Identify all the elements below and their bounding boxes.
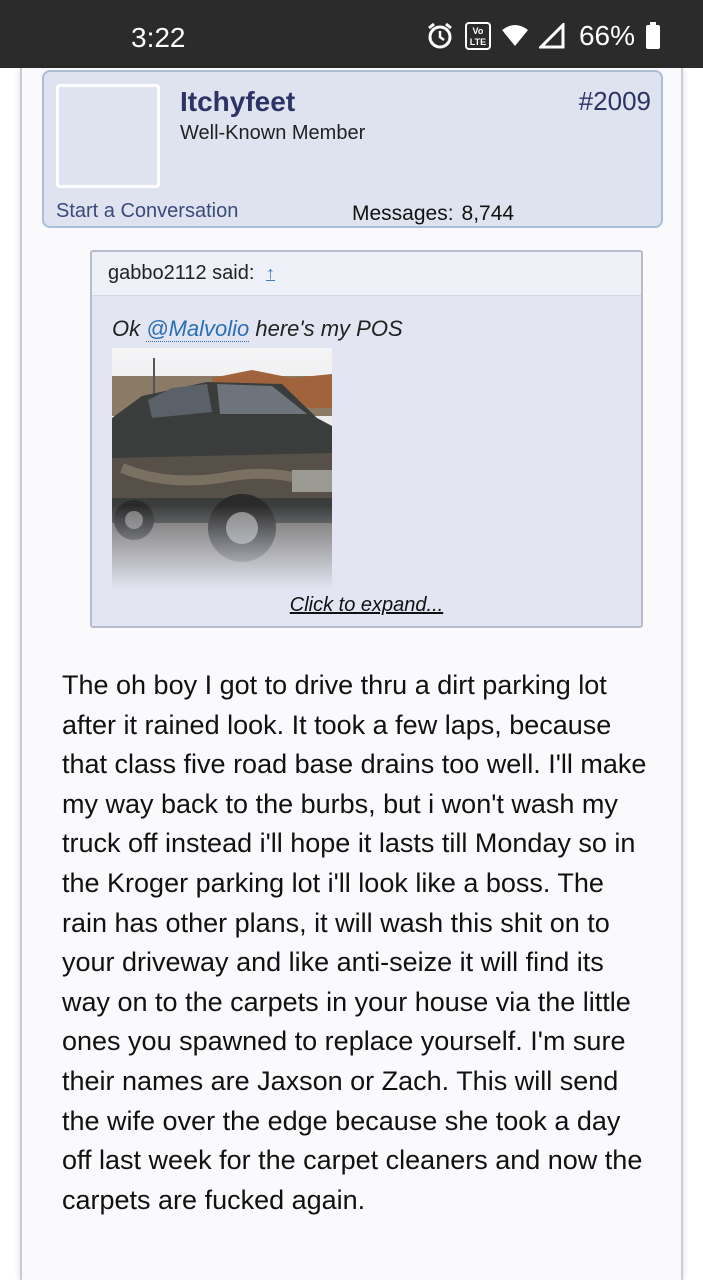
volte-icon: Vo LTE (464, 22, 491, 50)
start-conversation-link[interactable]: Start a Conversation (56, 200, 238, 223)
member-card: Itchyfeet Well-Known Member #2009 Start … (42, 70, 663, 228)
status-time: 3:22 (131, 22, 186, 53)
click-to-expand-link[interactable]: Click to expand... (92, 594, 641, 617)
status-bar: 3:22 Vo LTE 66% (0, 0, 703, 68)
battery-percent: 66% (578, 20, 635, 51)
messages-label: Messages: (352, 202, 454, 225)
quote-text-after: here's my POS (249, 316, 403, 341)
quote-text-before: Ok (112, 316, 147, 341)
cell-signal-icon (538, 23, 565, 49)
up-arrow-icon[interactable]: ↑ (266, 263, 275, 284)
battery-icon (645, 22, 661, 50)
user-mention-link[interactable]: @Malvolio (146, 316, 250, 342)
wifi-icon (501, 24, 529, 48)
member-title: Well-Known Member (180, 122, 366, 144)
status-icons: Vo LTE 66% (425, 20, 661, 52)
messages-count: 8,744 (461, 202, 515, 225)
quote-author: gabbo2112 said: ↑ (108, 262, 275, 285)
messages-stat: Messages: 8,744 (352, 202, 514, 226)
quote-header: gabbo2112 said: ↑ (92, 252, 641, 296)
quote-author-label: gabbo2112 said: (108, 262, 255, 284)
alarm-icon (425, 21, 455, 51)
quote-text: Ok @Malvolio here's my POS (112, 316, 403, 342)
username[interactable]: Itchyfeet (180, 86, 295, 118)
post-body-text: The oh boy I got to drive thru a dirt pa… (62, 670, 647, 1215)
quote-block: gabbo2112 said: ↑ Ok @Malvolio here's my… (90, 250, 643, 628)
post-container: Itchyfeet Well-Known Member #2009 Start … (20, 68, 683, 1280)
avatar[interactable] (56, 84, 160, 188)
truck-photo[interactable] (112, 348, 332, 590)
post-number-link[interactable]: #2009 (579, 86, 651, 117)
